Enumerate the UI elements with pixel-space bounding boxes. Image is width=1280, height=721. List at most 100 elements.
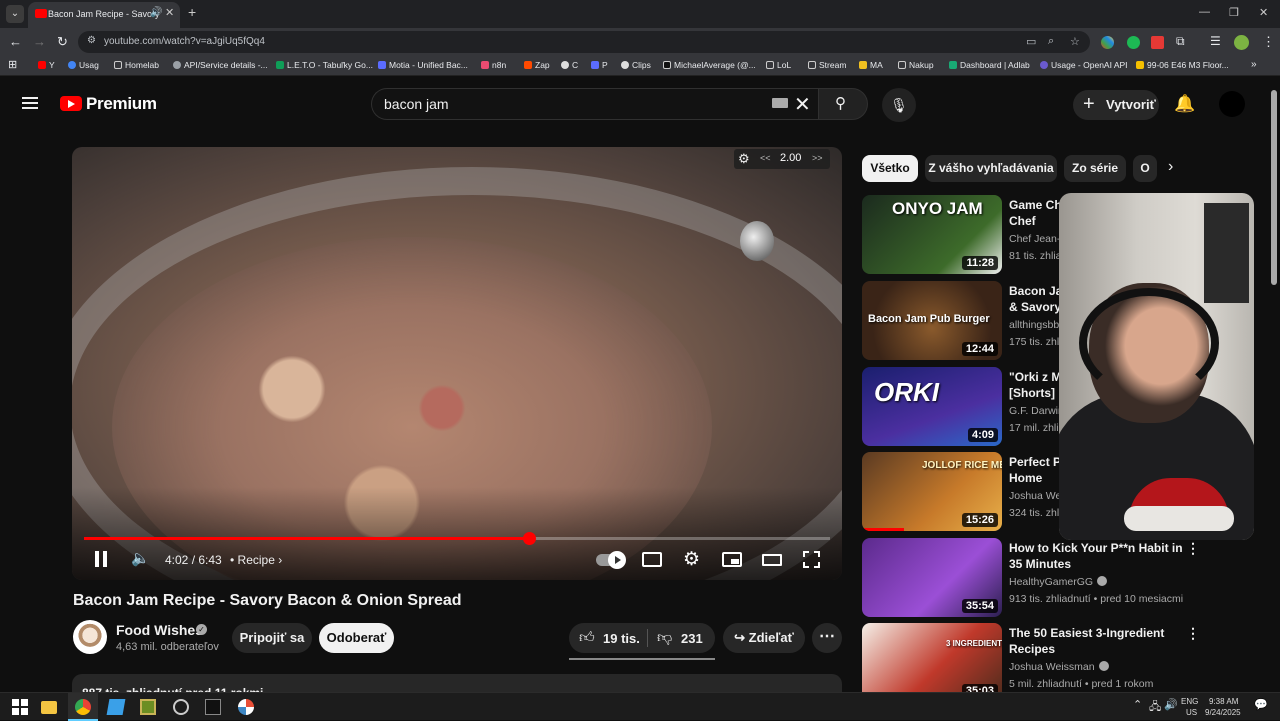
reading-list-icon[interactable]: ☰ <box>1210 34 1221 48</box>
page-scrollbar[interactable] <box>1271 90 1277 285</box>
volume-icon[interactable]: 🔈 <box>131 549 150 567</box>
video-thumbnail[interactable]: ONYO JAM 11:28 <box>862 195 1002 274</box>
bookmark-star-icon[interactable]: ☆ <box>1070 35 1080 48</box>
extension-red-icon[interactable] <box>1151 36 1164 49</box>
share-button[interactable]: ↪ Zdieľať <box>723 623 805 653</box>
youtube-brand[interactable]: Premium <box>86 94 157 114</box>
progress-bar[interactable] <box>84 532 830 545</box>
notifications-bell-icon[interactable]: 🔔 <box>1174 94 1195 114</box>
bookmark-folder[interactable]: Homelab <box>114 60 159 70</box>
chrome-icon[interactable] <box>75 699 91 715</box>
bookmark-item[interactable]: L.E.T.O - Tabuľky Go... <box>276 60 373 70</box>
speed-increase-button[interactable]: >> <box>812 153 823 163</box>
bookmark-item[interactable]: Clips <box>621 60 651 70</box>
bookmark-item[interactable]: Zap <box>524 60 550 70</box>
tab-search-button[interactable]: ⌄ <box>6 5 24 23</box>
settings-gear-icon[interactable]: ⚙ <box>683 548 700 571</box>
audio-playing-icon[interactable]: 🔊 <box>150 7 162 18</box>
chapter-title[interactable]: • Recipe › <box>230 553 282 567</box>
bookmark-item[interactable]: C <box>561 60 578 70</box>
join-button[interactable]: Pripojiť sa <box>232 623 312 653</box>
extension-green-icon[interactable] <box>1127 36 1140 49</box>
network-icon[interactable]: 🖧 <box>1149 698 1161 717</box>
channel-avatar[interactable] <box>73 620 107 654</box>
video-thumbnail[interactable]: ORKI 4:09 <box>862 367 1002 446</box>
clock-date[interactable]: 9/24/2025 <box>1205 708 1241 717</box>
app-circle-icon[interactable] <box>173 699 189 715</box>
install-app-icon[interactable]: ▭ <box>1026 35 1036 48</box>
search-button[interactable]: ⚲ <box>818 88 868 120</box>
speed-decrease-button[interactable]: << <box>760 153 771 163</box>
related-channel[interactable]: G.F. Darwin <box>1009 405 1064 417</box>
app-ball-icon[interactable] <box>238 699 254 715</box>
bookmark-folder[interactable]: LoL <box>766 60 791 70</box>
related-channel[interactable]: HealthyGamerGG <box>1009 576 1108 588</box>
dislike-count[interactable]: 231 <box>681 631 703 646</box>
new-tab-button[interactable]: + <box>188 4 196 20</box>
extensions-puzzle-icon[interactable]: ⧉ <box>1176 34 1185 49</box>
thumbs-up-icon[interactable]: 👍︎ <box>579 629 595 647</box>
close-tab-icon[interactable]: ✕ <box>165 6 174 19</box>
notifications-icon[interactable]: 💬 <box>1254 698 1268 711</box>
restore-icon[interactable]: ❐ <box>1229 6 1239 19</box>
address-bar[interactable]: ⚙ youtube.com/watch?v=aJgiUq5fQq4 ▭ ⌕ ☆ <box>78 31 1090 53</box>
minimize-icon[interactable]: — <box>1199 6 1210 18</box>
hamburger-menu-icon[interactable] <box>22 97 38 109</box>
bookmark-item[interactable]: n8n <box>481 60 506 70</box>
voice-search-mic-icon[interactable]: 🎙 <box>882 88 916 122</box>
subscribe-button[interactable]: Odoberať <box>319 623 394 653</box>
like-count[interactable]: 19 tis. <box>603 631 640 646</box>
file-explorer-icon[interactable] <box>41 701 57 714</box>
video-thumbnail[interactable]: Bacon Jam Pub Burger 12:44 <box>862 281 1002 360</box>
chip-truncated[interactable]: O <box>1133 155 1157 182</box>
terminal-icon[interactable] <box>205 699 221 715</box>
related-channel[interactable]: Joshua Weissman <box>1009 661 1109 673</box>
pause-icon[interactable] <box>94 551 108 567</box>
close-window-icon[interactable]: ✕ <box>1259 6 1268 19</box>
tray-chevron-icon[interactable]: ⌃ <box>1133 698 1142 711</box>
extension-colors-icon[interactable] <box>1101 36 1114 49</box>
profile-avatar-icon[interactable] <box>1234 35 1249 50</box>
more-options-icon[interactable]: ⋮ <box>1186 540 1200 557</box>
site-info-icon[interactable]: ⚙ <box>87 35 96 46</box>
search-input[interactable] <box>371 88 818 120</box>
back-icon[interactable]: ← <box>9 34 22 49</box>
account-avatar[interactable] <box>1219 91 1245 117</box>
app-window-icon[interactable] <box>140 699 156 715</box>
bookmark-item[interactable]: P <box>591 60 608 70</box>
clear-search-icon[interactable]: ✕ <box>794 92 811 117</box>
zoom-icon[interactable]: ⌕ <box>1048 35 1054 48</box>
related-title[interactable]: The 50 Easiest 3-Ingredient Recipes <box>1009 625 1184 657</box>
chip-all[interactable]: Všetko <box>862 155 918 182</box>
more-bookmarks-icon[interactable]: » <box>1251 59 1257 70</box>
bookmark-folder[interactable]: Stream <box>808 60 846 70</box>
speaker-icon[interactable]: 🔊 <box>1164 698 1178 711</box>
chip-from-series[interactable]: Zo série <box>1064 155 1126 182</box>
video-thumbnail[interactable]: 3 INGREDIENTS 35:03 <box>862 623 1002 702</box>
bookmark-item[interactable]: Usag <box>68 60 99 70</box>
related-channel[interactable]: allthingsbbq <box>1009 319 1065 331</box>
more-actions-icon[interactable]: ⋯ <box>812 623 842 653</box>
video-thumbnail[interactable]: 35:54 <box>862 538 1002 617</box>
bookmark-item[interactable]: MichaelAverage (@... <box>663 60 756 70</box>
channel-name[interactable]: Food Wishes <box>116 622 203 638</box>
bookmark-item[interactable]: Dashboard | Adlab <box>949 60 1030 70</box>
input-region[interactable]: US <box>1186 708 1197 717</box>
speed-controller[interactable]: ⚙ << 2.00 >> <box>734 149 830 169</box>
fullscreen-icon[interactable] <box>803 551 820 568</box>
more-options-icon[interactable]: ⋮ <box>1186 625 1200 642</box>
clock-time[interactable]: 9:38 AM <box>1209 697 1238 706</box>
bookmark-item[interactable]: 99-06 E46 M3 Floor... <box>1136 60 1229 70</box>
subtitles-icon[interactable] <box>642 552 662 567</box>
bookmark-item[interactable]: Usage - OpenAI API <box>1040 60 1128 70</box>
bookmark-item[interactable]: Motia - Unified Bac... <box>378 60 468 70</box>
autoplay-toggle[interactable] <box>596 551 626 569</box>
reload-icon[interactable]: ↻ <box>57 34 68 50</box>
speed-settings-icon[interactable]: ⚙ <box>738 151 750 167</box>
bookmark-item[interactable]: API/Service details -... <box>173 60 268 70</box>
input-language[interactable]: ENG <box>1181 697 1198 706</box>
youtube-logo-icon[interactable] <box>60 96 82 111</box>
forward-icon[interactable]: → <box>33 34 46 49</box>
thumbs-down-icon[interactable]: 👎︎ <box>657 629 672 647</box>
bookmark-item[interactable]: Y <box>38 60 55 70</box>
